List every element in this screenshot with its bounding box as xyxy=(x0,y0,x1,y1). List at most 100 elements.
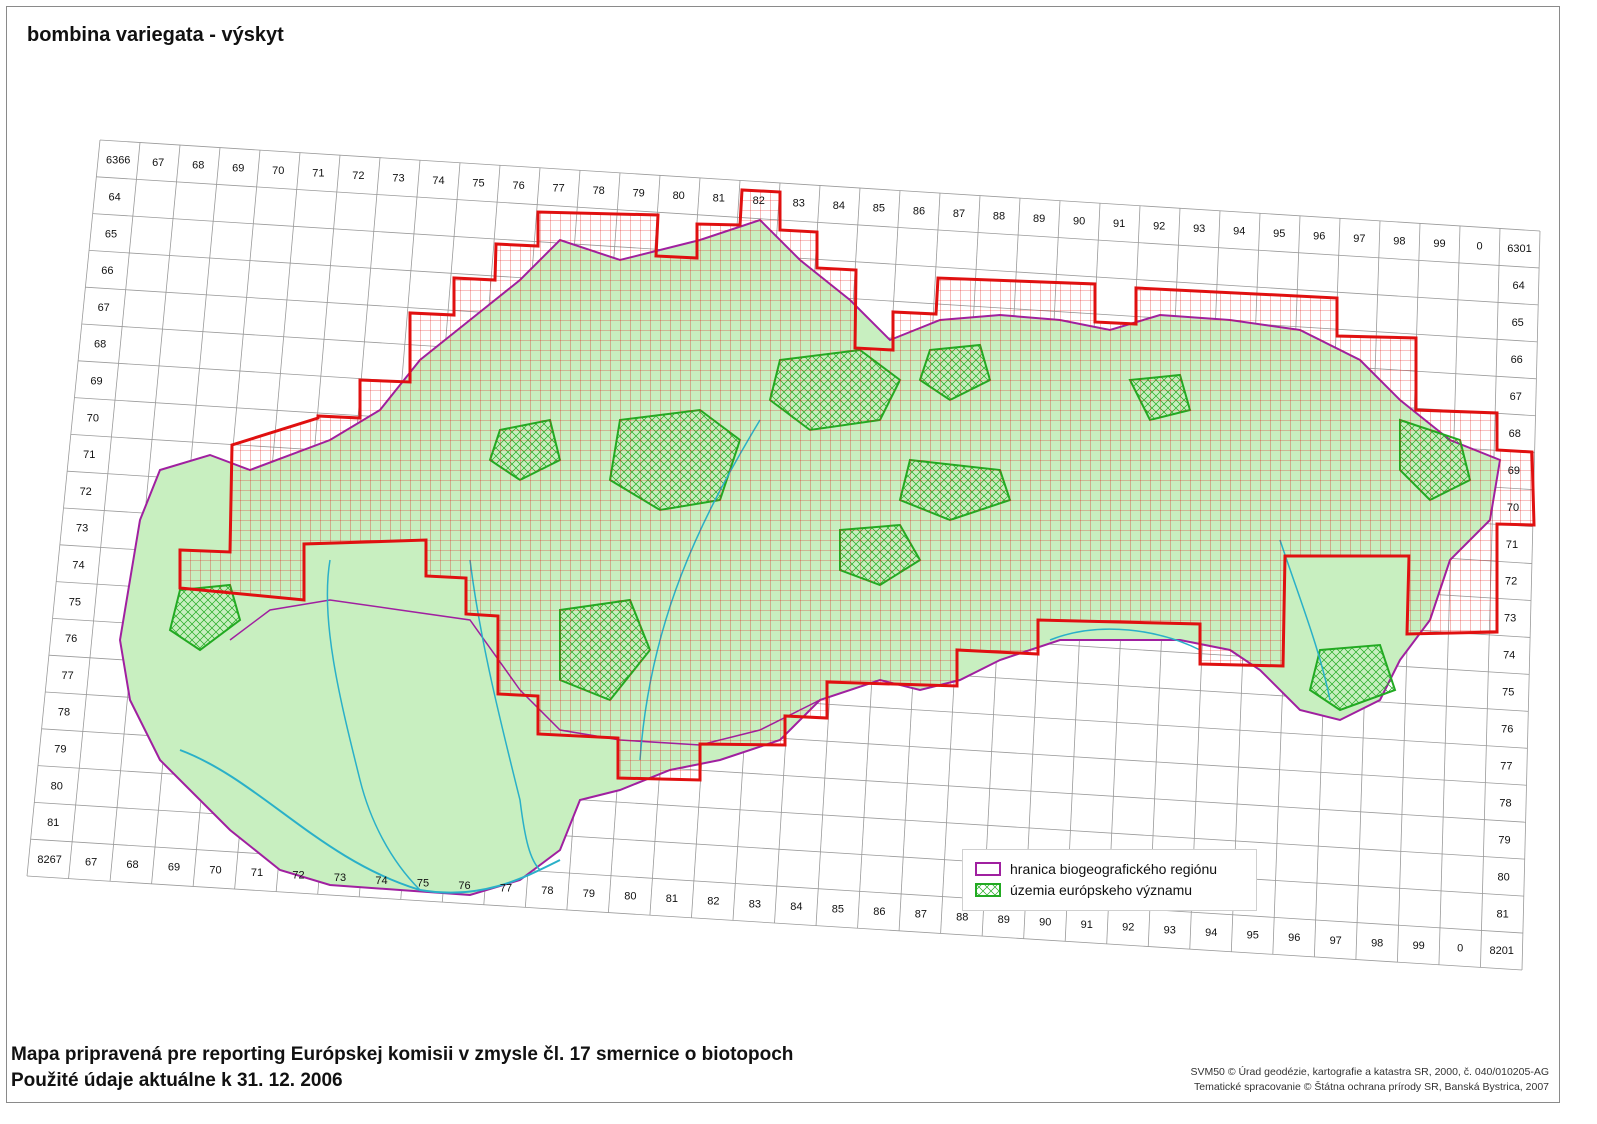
grid-label-top: 70 xyxy=(272,165,284,177)
grid-label-top: 85 xyxy=(873,203,885,215)
grid-label-top: 77 xyxy=(552,183,564,195)
grid-label-bottom: 95 xyxy=(1247,930,1259,942)
grid-label-bottom: 83 xyxy=(749,898,761,910)
grid-label-top: 72 xyxy=(352,170,364,182)
grid-label-top: 6301 xyxy=(1507,243,1531,255)
grid-label-left: 80 xyxy=(51,780,63,792)
grid-label-bottom: 82 xyxy=(707,896,719,908)
grid-label-bottom: 76 xyxy=(458,880,470,892)
grid-label-top: 75 xyxy=(472,177,484,189)
grid-label-top: 76 xyxy=(512,180,524,192)
grid-label-top: 90 xyxy=(1073,215,1085,227)
grid-label-left: 75 xyxy=(69,596,81,608)
grid-label-top: 82 xyxy=(753,195,765,207)
grid-label-bottom: 67 xyxy=(85,857,97,869)
credit-processing: Tematické spracovanie © Štátna ochrana p… xyxy=(1194,1081,1549,1093)
grid-label-top: 84 xyxy=(833,200,845,212)
legend-item-region-border: hranica biogeografického regiónu xyxy=(975,860,1217,878)
grid-label-top: 89 xyxy=(1033,213,1045,225)
grid-label-top: 80 xyxy=(673,190,685,202)
grid-label-bottom: 84 xyxy=(790,901,802,913)
grid-label-top: 67 xyxy=(152,157,164,169)
grid-label-left: 66 xyxy=(101,265,113,277)
grid-label-top: 71 xyxy=(312,167,324,179)
legend-item-eu-sites: územia európskeho významu xyxy=(975,881,1192,899)
grid-label-top: 92 xyxy=(1153,220,1165,232)
grid-label-bottom: 87 xyxy=(915,909,927,921)
grid-line xyxy=(30,838,1523,934)
footer-purpose: Mapa pripravená pre reporting Európskej … xyxy=(11,1044,794,1065)
grid-label-left: 67 xyxy=(98,302,110,314)
distribution-map: 6366 67 68 69 70 71 72 73 74 75 76 77 78 79 80 81 82 83 84… xyxy=(26,139,1541,971)
grid-label-bottom: 69 xyxy=(168,862,180,874)
grid-label-bottom: 71 xyxy=(251,867,263,879)
grid-label-top: 81 xyxy=(713,193,725,205)
grid-label-top: 73 xyxy=(392,172,404,184)
grid-label-left: 73 xyxy=(76,523,88,535)
grid-label-top: 78 xyxy=(593,185,605,197)
grid-label-bottom: 77 xyxy=(500,883,512,895)
grid-label-bottom: 8267 xyxy=(37,854,61,866)
grid-label-top: 86 xyxy=(913,205,925,217)
grid-label-left: 68 xyxy=(94,339,106,351)
grid-label-bottom: 99 xyxy=(1413,940,1425,952)
grid-label-top: 69 xyxy=(232,162,244,174)
grid-label-bottom: 72 xyxy=(292,870,304,882)
grid-label-bottom: 97 xyxy=(1330,935,1342,947)
grid-label-top: 68 xyxy=(192,160,204,172)
grid-line xyxy=(26,875,1523,971)
grid-label-right: 78 xyxy=(1499,797,1511,809)
grid-label-left: 78 xyxy=(58,707,70,719)
grid-label-left: 79 xyxy=(54,744,66,756)
grid-label-top: 93 xyxy=(1193,223,1205,235)
legend-label: územia európskeho významu xyxy=(1010,882,1193,898)
grid-label-top: 88 xyxy=(993,210,1005,222)
grid-label-right: 68 xyxy=(1509,428,1521,440)
grid-label-left: 72 xyxy=(80,486,92,498)
grid-label-bottom: 75 xyxy=(417,877,429,889)
grid-label-bottom: 85 xyxy=(832,904,844,916)
grid-label-right: 80 xyxy=(1497,871,1509,883)
grid-label-left: 76 xyxy=(65,633,77,645)
grid-label-bottom: 98 xyxy=(1371,937,1383,949)
grid-label-right: 75 xyxy=(1502,687,1514,699)
grid-label-top: 96 xyxy=(1313,231,1325,243)
grid-label-left: 81 xyxy=(47,817,59,829)
grid-label-bottom: 74 xyxy=(375,875,387,887)
grid-label-right: 70 xyxy=(1507,502,1519,514)
grid-label-bottom: 92 xyxy=(1122,922,1134,934)
grid-label-bottom: 78 xyxy=(541,885,553,897)
grid-label-bottom: 0 xyxy=(1457,943,1463,955)
grid-label-left: 77 xyxy=(61,670,73,682)
grid-label-right: 74 xyxy=(1503,650,1515,662)
grid-label-left: 71 xyxy=(83,449,95,461)
grid-label-top: 91 xyxy=(1113,218,1125,230)
grid-label-top: 83 xyxy=(793,198,805,210)
grid-label-left: 64 xyxy=(108,192,120,204)
grid-label-bottom: 86 xyxy=(873,906,885,918)
grid-label-top: 97 xyxy=(1353,233,1365,245)
grid-label-bottom: 8201 xyxy=(1489,945,1513,957)
grid-label-left: 69 xyxy=(90,376,102,388)
grid-label-right: 79 xyxy=(1498,834,1510,846)
credit-geodesy: SVM50 © Úrad geodézie, kartografie a kat… xyxy=(1190,1066,1549,1078)
legend: hranica biogeografického regiónu územia … xyxy=(962,849,1257,911)
grid-label-left: 74 xyxy=(72,560,84,572)
grid-label-top: 98 xyxy=(1393,236,1405,248)
region-border-swatch xyxy=(975,862,1001,876)
grid-label-right: 81 xyxy=(1496,908,1508,920)
grid-label-bottom: 81 xyxy=(666,893,678,905)
grid-label-bottom: 79 xyxy=(583,888,595,900)
legend-label: hranica biogeografického regiónu xyxy=(1010,861,1218,877)
grid-label-right: 65 xyxy=(1512,317,1524,329)
grid-line xyxy=(99,139,1541,232)
eu-sites-swatch xyxy=(975,883,1001,897)
grid-label-bottom: 96 xyxy=(1288,932,1300,944)
grid-label-right: 72 xyxy=(1505,576,1517,588)
grid-label-right: 73 xyxy=(1504,613,1516,625)
grid-label-right: 69 xyxy=(1508,465,1520,477)
grid-label-bottom: 88 xyxy=(956,911,968,923)
grid-label-bottom: 94 xyxy=(1205,927,1217,939)
grid-label-bottom: 73 xyxy=(334,872,346,884)
grid-label-bottom: 70 xyxy=(209,864,221,876)
